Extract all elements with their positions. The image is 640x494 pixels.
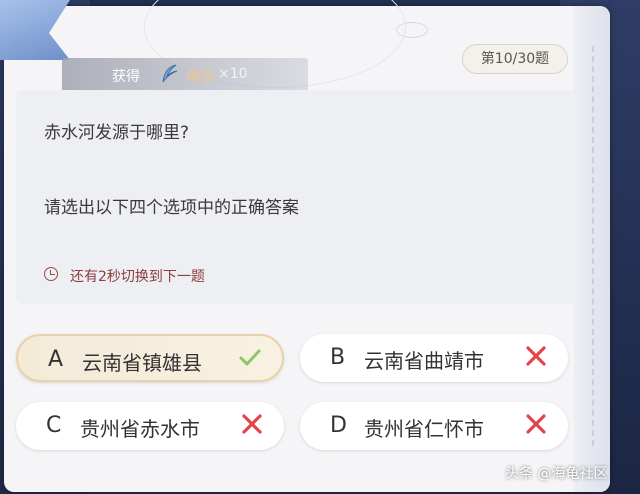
option-b-button[interactable]: B 云南省曲靖市: [300, 334, 568, 382]
question-counter: 第10/30题: [462, 44, 568, 74]
option-text: 云南省镇雄县: [82, 351, 202, 375]
option-c-button[interactable]: C 贵州省赤水市: [16, 402, 284, 450]
option-text: 云南省曲靖市: [364, 349, 484, 373]
cross-icon: [526, 346, 546, 366]
timer-text: 还有2秒切换到下一题: [70, 269, 205, 285]
question-text: 赤水河发源于哪里?: [44, 123, 190, 143]
clock-icon: [44, 267, 58, 281]
reward-label: 获得: [112, 69, 140, 85]
planet-icon: [396, 22, 428, 38]
option-text: 贵州省赤水市: [80, 417, 200, 441]
reward-banner: 获得 瑞羽 ×10: [62, 58, 308, 92]
reward-count: ×10: [218, 66, 248, 82]
option-d-button[interactable]: D 贵州省仁怀市: [300, 402, 568, 450]
option-letter: A: [48, 347, 64, 372]
checkmark-icon: [239, 349, 261, 366]
option-text: 贵州省仁怀市: [364, 417, 484, 441]
instruction-text: 请选出以下四个选项中的正确答案: [44, 198, 299, 218]
watermark-text: 头条 @海龟社区: [505, 466, 608, 482]
cross-icon: [242, 414, 262, 434]
reward-item-name: 瑞羽: [186, 69, 214, 85]
card-binding-edge: [574, 6, 610, 492]
feather-icon: [162, 64, 178, 83]
option-letter: C: [46, 413, 62, 438]
option-letter: D: [330, 413, 347, 438]
option-letter: B: [330, 345, 346, 370]
cross-icon: [526, 414, 546, 434]
option-a-button[interactable]: A 云南省镇雄县: [16, 334, 284, 382]
